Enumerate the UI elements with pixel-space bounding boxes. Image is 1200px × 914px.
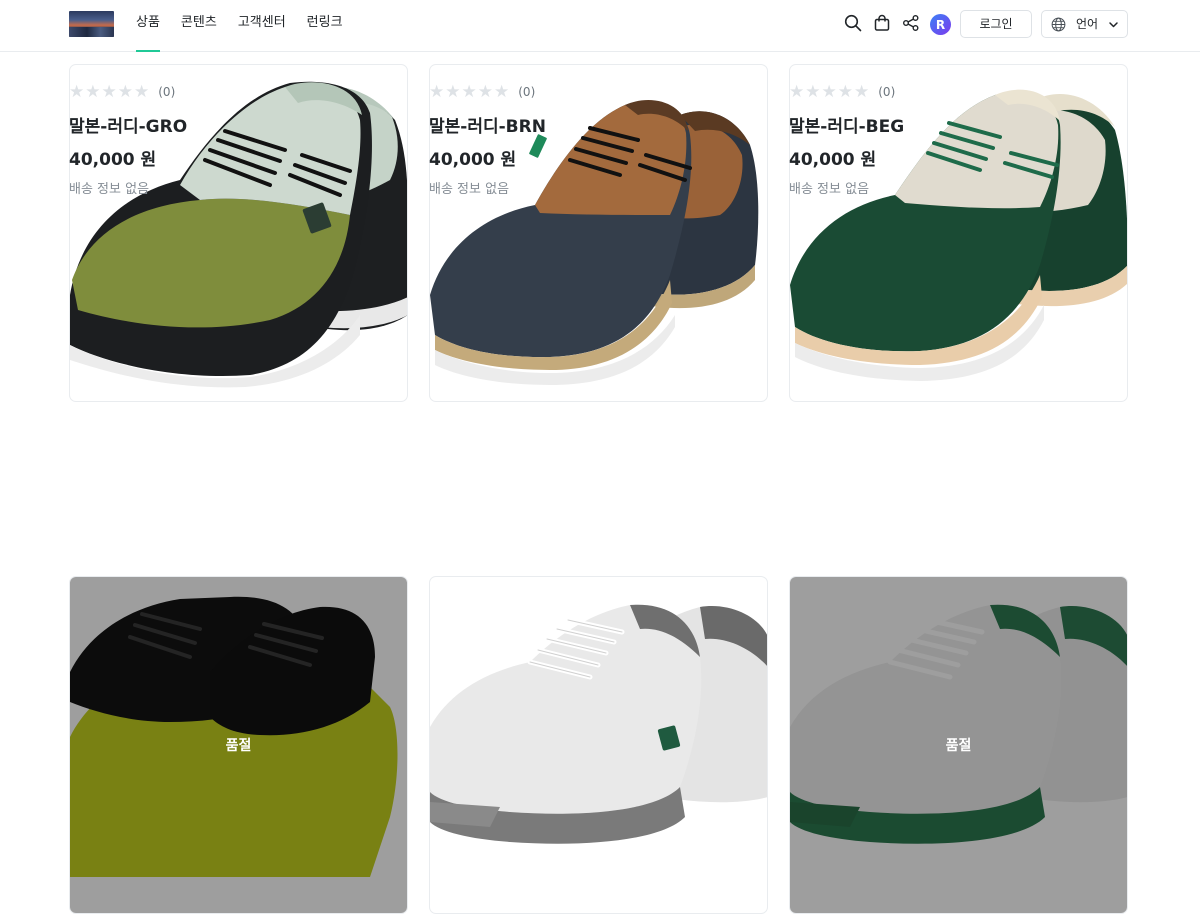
product-price: 40,000 원 (429, 150, 517, 170)
sold-out-label: 품절 (225, 738, 252, 754)
nav-item-contents[interactable]: 콘텐츠 (181, 0, 217, 52)
shipping-info: 배송 정보 없음 (69, 182, 150, 197)
product-card[interactable]: ★ ★ ★ ★ ★ (0) 말본-러디-BEG 40,000 원 배송 정보 없음 (789, 64, 1128, 402)
product-image[interactable]: 품절 (789, 576, 1128, 914)
avatar-letter: R (935, 17, 946, 32)
nav-item-runlink[interactable]: 런링크 (307, 0, 343, 52)
nav-item-products[interactable]: 상품 (136, 0, 160, 52)
product-name[interactable]: 말본-러디-BEG (789, 112, 904, 137)
rating: ★ ★ ★ ★ ★ (0) (69, 82, 176, 102)
chevron-down-icon (1108, 19, 1119, 30)
shipping-info: 배송 정보 없음 (789, 182, 870, 197)
star-icon: ★ (445, 82, 461, 102)
star-icon: ★ (789, 82, 805, 102)
star-icon: ★ (101, 82, 117, 102)
product-image[interactable] (429, 576, 768, 914)
star-icon: ★ (805, 82, 821, 102)
product-price: 40,000 원 (789, 150, 877, 170)
star-icon: ★ (821, 82, 837, 102)
review-count: (0) (878, 85, 896, 99)
nav-item-customer-center[interactable]: 고객센터 (238, 0, 286, 52)
main-nav: 상품 콘텐츠 고객센터 런링크 (136, 0, 364, 52)
star-icon: ★ (134, 82, 150, 102)
review-count: (0) (518, 85, 536, 99)
review-count: (0) (158, 85, 176, 99)
share-icon[interactable] (902, 14, 920, 32)
search-icon[interactable] (844, 14, 862, 32)
product-card[interactable]: 품절 (69, 576, 408, 914)
product-card[interactable] (429, 576, 768, 914)
login-button[interactable]: 로그인 (960, 10, 1032, 38)
star-icon: ★ (837, 82, 853, 102)
star-icon: ★ (117, 82, 133, 102)
star-icon: ★ (429, 82, 445, 102)
globe-icon (1051, 17, 1066, 32)
star-icon: ★ (69, 82, 85, 102)
rating: ★ ★ ★ ★ ★ (0) (429, 82, 536, 102)
language-selector[interactable]: 언어 (1041, 10, 1128, 38)
brand-logo[interactable] (69, 11, 114, 37)
star-icon: ★ (85, 82, 101, 102)
product-card[interactable]: 품절 (789, 576, 1128, 914)
site-header: 상품 콘텐츠 고객센터 런링크 R 로그인 언어 (0, 0, 1200, 52)
product-card[interactable]: ★ ★ ★ ★ ★ (0) 말본-러디-BRN 40,000 원 배송 정보 없음 (429, 64, 768, 402)
product-name[interactable]: 말본-러디-BRN (429, 112, 546, 137)
star-icon: ★ (494, 82, 510, 102)
product-name[interactable]: 말본-러디-GRO (69, 112, 187, 137)
product-image[interactable]: 품절 (69, 576, 408, 914)
star-icon: ★ (477, 82, 493, 102)
product-price: 40,000 원 (69, 150, 157, 170)
star-icon: ★ (461, 82, 477, 102)
shipping-info: 배송 정보 없음 (429, 182, 510, 197)
rating: ★ ★ ★ ★ ★ (0) (789, 82, 896, 102)
shopping-bag-icon[interactable] (873, 14, 891, 32)
language-label: 언어 (1076, 17, 1099, 31)
user-avatar[interactable]: R (930, 14, 951, 35)
star-icon: ★ (854, 82, 870, 102)
product-card[interactable]: ★ ★ ★ ★ ★ (0) 말본-러디-GRO 40,000 원 배송 정보 없음 (69, 64, 408, 402)
sold-out-label: 품절 (945, 738, 972, 754)
